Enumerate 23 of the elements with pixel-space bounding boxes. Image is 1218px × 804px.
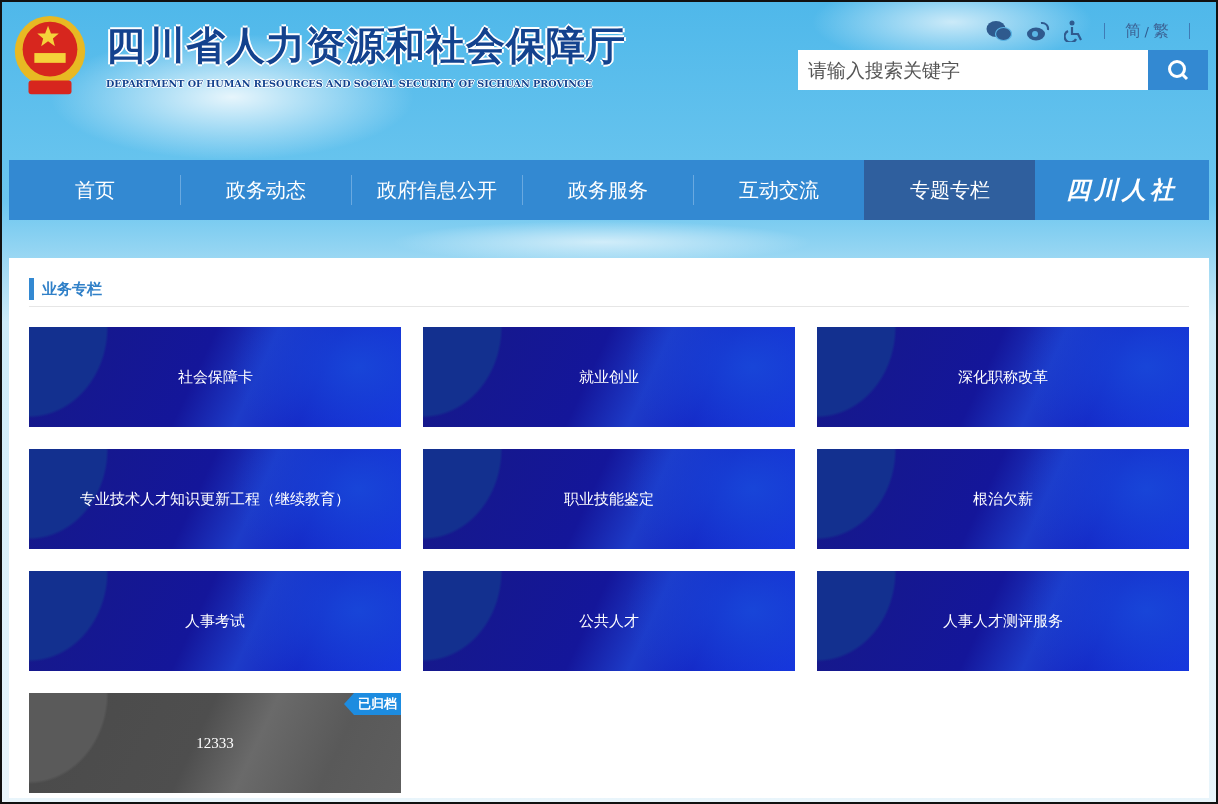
topic-card[interactable]: 公共人才	[423, 571, 795, 671]
topic-card[interactable]: 人事考试	[29, 571, 401, 671]
topic-card[interactable]: 12333 已归档	[29, 693, 401, 793]
topic-card[interactable]: 就业创业	[423, 327, 795, 427]
nav-logo-text[interactable]: 四川人社	[1035, 160, 1209, 220]
nav-tab[interactable]: 政务服务	[522, 160, 693, 220]
topic-card[interactable]: 专业技术人才知识更新工程（继续教育）	[29, 449, 401, 549]
topic-card[interactable]: 社会保障卡	[29, 327, 401, 427]
site-subtitle: DEPARTMENT OF HUMAN RESOURCES AND SOCIAL SECURITY OF SICHUAN PROVINCE	[106, 78, 594, 89]
nav-tab[interactable]: 政府信息公开	[351, 160, 522, 220]
archived-badge: 已归档	[344, 693, 401, 715]
nav-tab[interactable]: 首页	[9, 160, 180, 220]
nav-tab[interactable]: 政务动态	[180, 160, 351, 220]
nav-tab[interactable]: 互动交流	[693, 160, 864, 220]
topic-card[interactable]: 深化职称改革	[817, 327, 1189, 427]
section-title: 业务专栏	[42, 279, 102, 299]
topic-card[interactable]: 职业技能鉴定	[423, 449, 795, 549]
topic-card[interactable]: 人事人才测评服务	[817, 571, 1189, 671]
topic-card[interactable]: 根治欠薪	[817, 449, 1189, 549]
language-separator: /	[1144, 23, 1149, 39]
nav-tab[interactable]: 专题专栏	[864, 160, 1035, 220]
search-field[interactable]: 请输入搜索关键字	[798, 50, 1148, 90]
site-title: 四川省人力资源和社会保障厅	[106, 21, 626, 70]
